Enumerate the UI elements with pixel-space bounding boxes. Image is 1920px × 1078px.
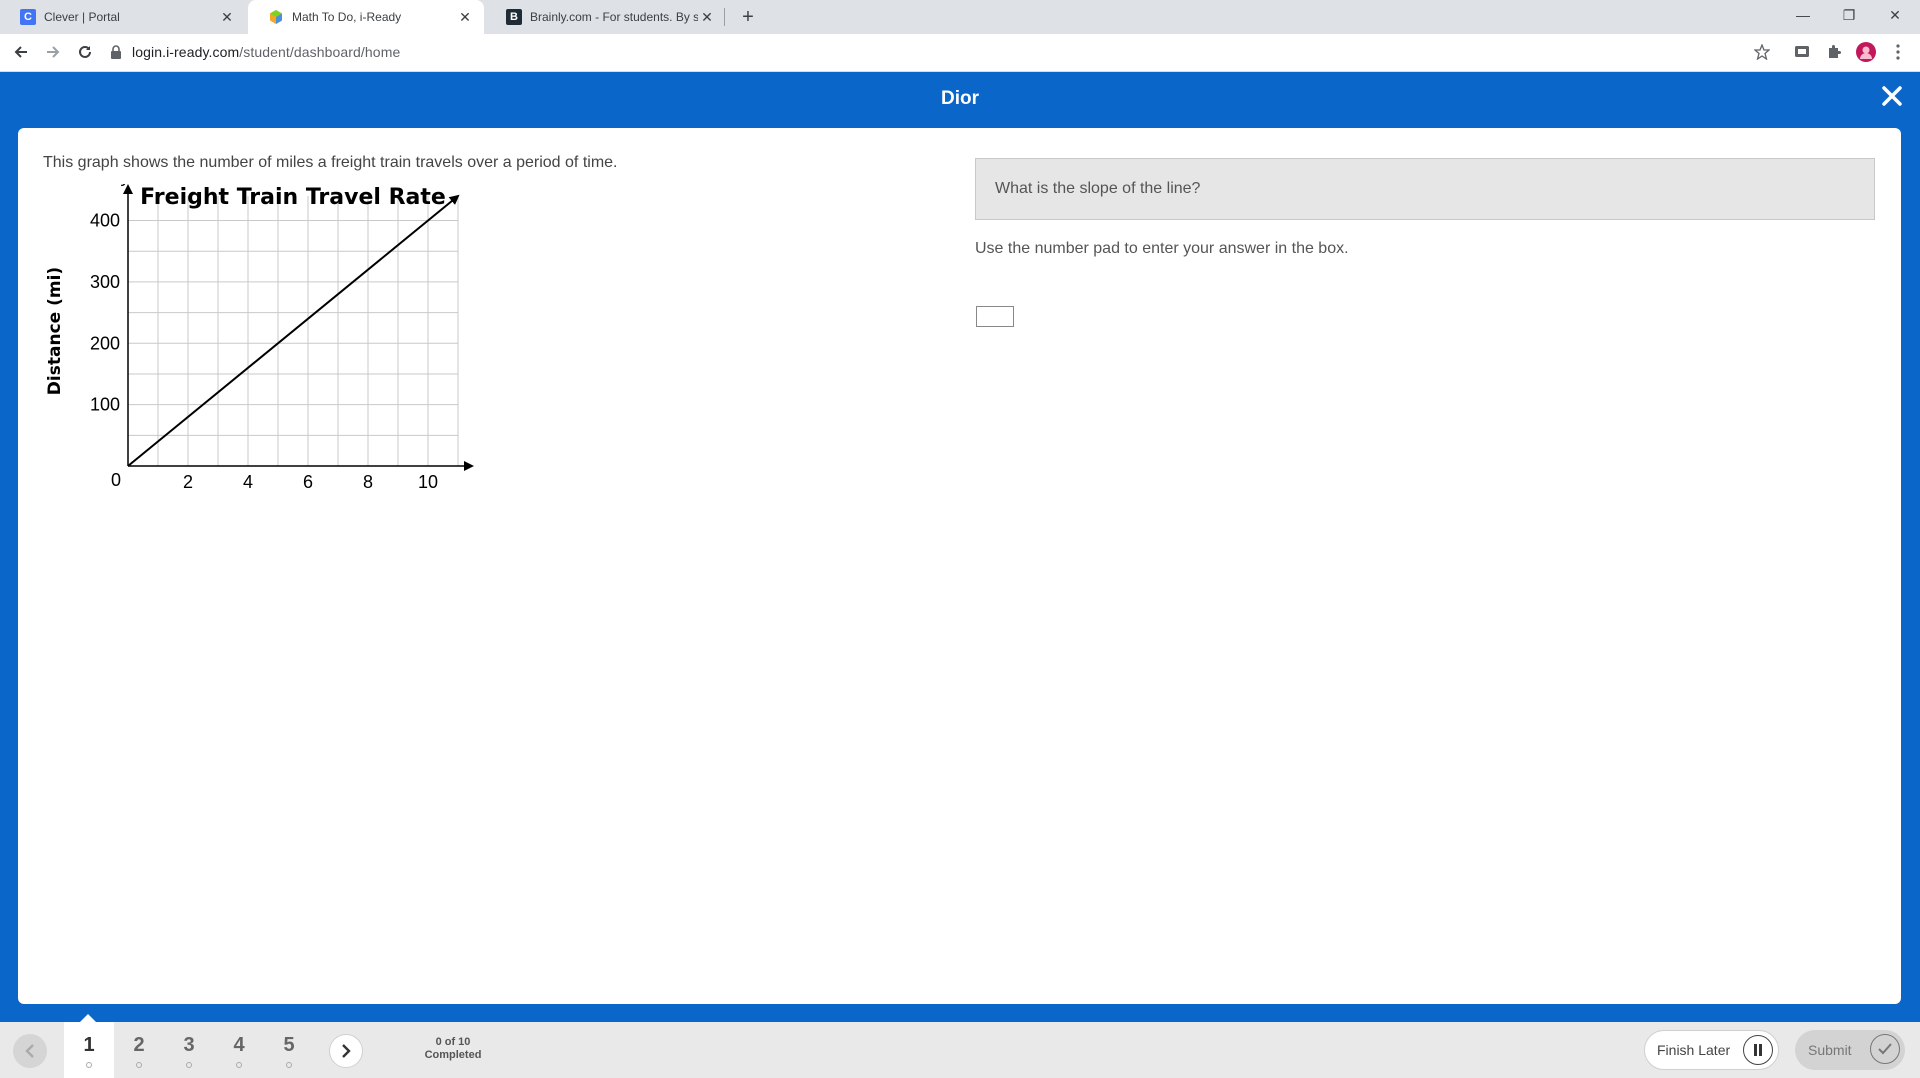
checkmark-icon [1870, 1034, 1900, 1064]
tab-close-icon[interactable]: ✕ [218, 8, 236, 26]
y-axis-variable: y [120, 184, 132, 186]
minimize-icon[interactable]: — [1780, 0, 1826, 30]
question-number: 5 [283, 1034, 295, 1056]
y-tick-label: 300 [90, 272, 120, 292]
question-1-button[interactable]: 1 [64, 1022, 114, 1078]
window-close-icon[interactable]: ✕ [1872, 0, 1918, 30]
tab-close-icon[interactable]: ✕ [698, 8, 716, 26]
tab-clever-portal[interactable]: C Clever | Portal ✕ [0, 0, 246, 34]
extensions-puzzle-icon[interactable] [1824, 42, 1844, 62]
question-text: What is the slope of the line? [995, 180, 1201, 197]
answer-instructions: Use the number pad to enter your answer … [975, 240, 1349, 257]
question-2-button[interactable]: 2 [114, 1022, 164, 1078]
progress-count: 0 of 10 [435, 1036, 471, 1048]
reload-icon[interactable] [72, 39, 98, 65]
question-status-dot [236, 1062, 242, 1068]
restore-icon[interactable]: ❐ [1826, 0, 1872, 30]
clever-favicon-icon: C [20, 9, 36, 25]
submit-label: Submit [1808, 1042, 1852, 1058]
browser-menu-icon[interactable] [1888, 42, 1908, 62]
tab-title: Clever | Portal [44, 10, 120, 24]
tab-title: Brainly.com - For students. By stu [530, 10, 698, 24]
y-tick-label: 400 [90, 211, 120, 231]
lock-icon [110, 45, 122, 59]
problem-prompt: This graph shows the number of miles a f… [43, 154, 618, 171]
url-text: login.i-ready.com/student/dashboard/home [132, 44, 400, 60]
question-3-button[interactable]: 3 [164, 1022, 214, 1078]
answer-input[interactable] [976, 306, 1014, 327]
x-tick-label: 8 [363, 472, 373, 492]
x-tick-label: 10 [418, 472, 438, 492]
question-number: 2 [133, 1034, 145, 1056]
question-number: 3 [183, 1034, 195, 1056]
browser-tab-strip: C Clever | Portal ✕ Math To Do, i-Ready … [0, 0, 1920, 34]
question-number: 4 [233, 1034, 245, 1056]
progress-label: Completed [424, 1049, 482, 1061]
tab-title: Math To Do, i-Ready [292, 10, 402, 24]
question-card: This graph shows the number of miles a f… [18, 128, 1901, 1004]
question-status-dot [186, 1062, 192, 1068]
y-axis-label: Distance (mi) [45, 267, 65, 395]
next-question-button[interactable] [329, 1034, 363, 1068]
series-line [127, 194, 460, 467]
y-tick-label: 200 [90, 333, 120, 353]
freight-train-chart: xy2468101002003004000Freight Train Trave… [45, 184, 474, 492]
origin-label: 0 [111, 470, 121, 490]
x-tick-label: 4 [243, 472, 253, 492]
x-tick-label: 6 [303, 472, 313, 492]
question-status-dot [86, 1062, 92, 1068]
y-tick-label: 100 [90, 395, 120, 415]
url-path: /student/dashboard/home [239, 44, 401, 60]
question-box: What is the slope of the line? [975, 158, 1875, 220]
chart-title: Freight Train Travel Rate [140, 185, 446, 210]
tab-separator [724, 8, 725, 26]
lesson-frame: Dior This graph shows the number of mile… [0, 72, 1920, 1078]
brainly-favicon-icon: B [506, 9, 522, 25]
progress-indicator: 0 of 10 Completed [408, 1036, 498, 1062]
question-status-dot [286, 1062, 292, 1068]
finish-later-label: Finish Later [1657, 1042, 1731, 1058]
bookmark-star-icon[interactable] [1752, 42, 1772, 62]
current-question-pointer [80, 1014, 96, 1022]
question-status-dot [136, 1062, 142, 1068]
address-bar[interactable]: login.i-ready.com/student/dashboard/home [110, 37, 1780, 67]
url-host: login.i-ready.com [132, 44, 240, 60]
lesson-title: Dior [941, 88, 979, 109]
submit-button[interactable]: Submit [1795, 1030, 1905, 1070]
finish-later-button[interactable]: Finish Later [1644, 1030, 1779, 1070]
pause-icon [1743, 1035, 1773, 1065]
browser-toolbar: login.i-ready.com/student/dashboard/home [0, 34, 1920, 72]
question-number: 1 [83, 1034, 95, 1056]
forward-arrow-icon[interactable] [40, 39, 66, 65]
question-4-button[interactable]: 4 [214, 1022, 264, 1078]
x-tick-label: 2 [183, 472, 193, 492]
close-lesson-icon[interactable] [1878, 82, 1906, 110]
tab-brainly[interactable]: B Brainly.com - For students. By stu ✕ [486, 0, 726, 34]
iready-favicon-icon [268, 9, 284, 25]
tab-iready-math[interactable]: Math To Do, i-Ready ✕ [248, 0, 484, 34]
tab-close-icon[interactable]: ✕ [456, 8, 474, 26]
question-navigation-bar: 1 2 3 4 5 0 of 10 Completed Finish Later… [0, 1014, 1920, 1078]
profile-avatar-icon[interactable] [1856, 42, 1876, 62]
previous-question-button[interactable] [13, 1034, 47, 1068]
back-arrow-icon[interactable] [8, 39, 34, 65]
question-5-button[interactable]: 5 [264, 1022, 314, 1078]
extension-screen-icon[interactable] [1792, 42, 1812, 62]
new-tab-plus-icon[interactable]: + [736, 5, 760, 29]
